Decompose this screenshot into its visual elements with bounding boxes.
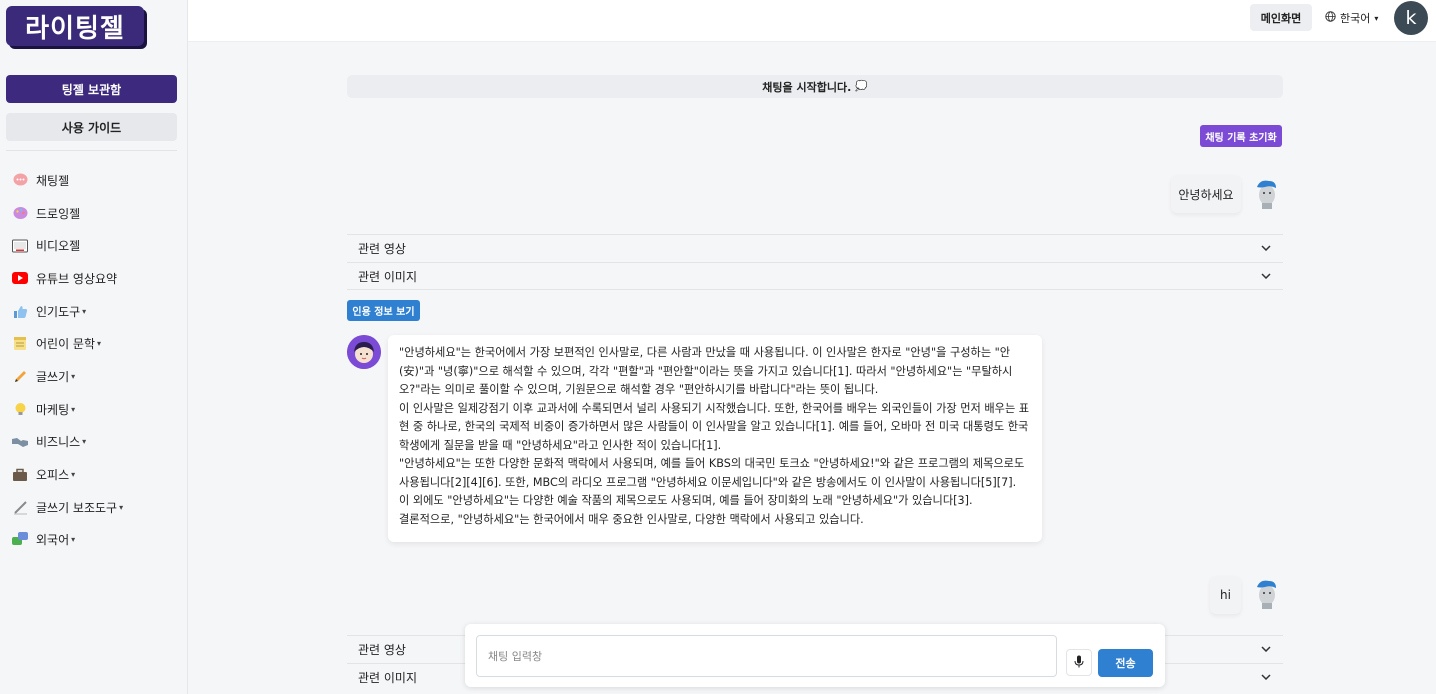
- notepad-icon: [12, 336, 28, 352]
- sidebar-item-popular-tools[interactable]: 인기도구 ▾: [12, 295, 182, 328]
- topbar: 메인화면 한국어 ▾ k: [188, 0, 1436, 42]
- sidebar-item-writing[interactable]: 글쓰기 ▾: [12, 360, 182, 393]
- sidebar-item-label: 글쓰기: [36, 369, 70, 384]
- sidebar-item-youtube-summary[interactable]: 유튜브 영상요약: [12, 262, 182, 295]
- chat-input[interactable]: [476, 635, 1057, 677]
- bot-paragraph: 결론적으로, "안녕하세요"는 한국어에서 매우 중요한 인사말로, 다양한 맥…: [399, 512, 864, 526]
- reset-chat-button[interactable]: 채팅 기록 초기화: [1200, 125, 1282, 147]
- main-screen-button[interactable]: 메인화면: [1250, 4, 1312, 31]
- microphone-button[interactable]: [1066, 649, 1092, 676]
- message-text: 안녕하세요: [1178, 187, 1234, 202]
- avatar-letter: k: [1405, 7, 1417, 29]
- sidebar-item-business[interactable]: 비즈니스 ▾: [12, 426, 182, 459]
- language-label: 한국어: [1340, 12, 1371, 25]
- pencil-icon: [12, 368, 28, 384]
- bot-message: "안녕하세요"는 한국어에서 가장 보편적인 인사말로, 다른 사람과 만났을 …: [388, 335, 1042, 542]
- chevron-down-icon: ▾: [71, 371, 76, 381]
- palette-icon: [12, 205, 28, 221]
- sidebar-item-label: 외국어: [36, 533, 70, 548]
- sidebar-divider: [6, 150, 177, 151]
- chat-area: 채팅을 시작합니다. 💭 채팅 기록 초기화 안녕하세요 관련 영상 관련 이미…: [188, 42, 1436, 694]
- bot-paragraph: "안녕하세요"는 한국어에서 가장 보편적인 인사말로, 다른 사람과 만났을 …: [399, 346, 1013, 396]
- chat-start-banner: 채팅을 시작합니다. 💭: [347, 75, 1283, 98]
- bot-avatar-icon: [347, 335, 381, 369]
- chevron-down-icon: [1261, 644, 1271, 655]
- app-logo[interactable]: 라이팅젤: [6, 6, 144, 46]
- chevron-down-icon: [1261, 271, 1271, 282]
- sidebar-item-writing-assistant[interactable]: 글쓰기 보조도구 ▾: [12, 491, 182, 524]
- chevron-down-icon: ▾: [71, 404, 76, 414]
- sidebar-item-label: 오피스: [36, 468, 70, 483]
- related-video-accordion[interactable]: 관련 영상: [347, 234, 1283, 262]
- chevron-down-icon: ▾: [97, 339, 102, 349]
- sidebar-item-kids-literature[interactable]: 어린이 문학 ▾: [12, 327, 182, 360]
- message-text: hi: [1220, 588, 1231, 602]
- accordion-label: 관련 이미지: [358, 269, 418, 284]
- start-banner-text: 채팅을 시작합니다.: [762, 80, 852, 94]
- sidebar-item-marketing[interactable]: 마케팅 ▾: [12, 393, 182, 426]
- logo-text: 라이팅젤: [25, 13, 125, 44]
- language-selector[interactable]: 한국어 ▾: [1325, 10, 1378, 26]
- archive-button[interactable]: 팅젤 보관함: [6, 75, 177, 103]
- speech-bubbles-icon: [12, 532, 28, 548]
- sidebar-item-label: 어린이 문학: [36, 337, 96, 352]
- chevron-down-icon: [1261, 243, 1271, 254]
- guide-button[interactable]: 사용 가이드: [6, 113, 177, 141]
- sidebar-item-label: 마케팅: [36, 402, 70, 417]
- user-message: hi: [1210, 576, 1241, 614]
- sidebar: 라이팅젤 팅젤 보관함 사용 가이드 채팅젤 드로잉젤 비디오젤 유튜브 영상요…: [0, 0, 188, 694]
- user-message: 안녕하세요: [1171, 175, 1241, 213]
- chevron-down-icon: ▾: [71, 535, 76, 545]
- lightbulb-icon: [12, 401, 28, 417]
- accordion-label: 관련 이미지: [358, 671, 418, 685]
- accordion-label: 관련 영상: [358, 643, 406, 657]
- user-avatar-icon: [1254, 579, 1280, 609]
- video-screen-icon: [12, 238, 28, 254]
- sidebar-item-videogel[interactable]: 비디오젤: [12, 229, 182, 262]
- thought-bubble-icon: 💭: [855, 81, 868, 92]
- send-button[interactable]: 전송: [1098, 649, 1153, 677]
- view-citations-button[interactable]: 인용 정보 보기: [347, 300, 420, 321]
- sidebar-item-label: 비즈니스: [36, 435, 81, 450]
- bot-paragraph: 이 인사말은 일제강점기 이후 교과서에 수록되면서 널리 사용되기 시작했습니…: [399, 401, 1030, 452]
- user-avatar[interactable]: k: [1394, 1, 1428, 35]
- user-avatar-icon: [1254, 179, 1280, 209]
- youtube-icon: [12, 270, 28, 286]
- related-image-accordion[interactable]: 관련 이미지: [347, 262, 1283, 290]
- sidebar-item-office[interactable]: 오피스 ▾: [12, 458, 182, 491]
- chevron-down-icon: ▾: [1374, 13, 1379, 23]
- chat-input-bar: 전송: [465, 624, 1165, 687]
- sidebar-item-label: 채팅젤: [36, 173, 70, 188]
- globe-icon: [1325, 11, 1336, 25]
- handshake-icon: [12, 434, 28, 450]
- thumbs-up-icon: [12, 303, 28, 319]
- microphone-icon: [1074, 653, 1084, 672]
- accordion-label: 관련 영상: [358, 242, 406, 256]
- chevron-down-icon: ▾: [82, 306, 87, 316]
- pen-icon: [12, 499, 28, 515]
- sidebar-item-label: 드로잉젤: [36, 206, 81, 221]
- briefcase-icon: [12, 467, 28, 483]
- sidebar-menu: 채팅젤 드로잉젤 비디오젤 유튜브 영상요약 인기도구 ▾ 어린이 문학 ▾ 글…: [12, 164, 182, 556]
- sidebar-item-label: 유튜브 영상요약: [36, 271, 118, 286]
- bot-paragraph: "안녕하세요"는 또한 다양한 문화적 맥락에서 사용되며, 예를 들어 KBS…: [399, 457, 1025, 489]
- chevron-down-icon: [1261, 672, 1271, 683]
- sidebar-item-label: 비디오젤: [36, 239, 81, 254]
- chevron-down-icon: ▾: [71, 470, 76, 480]
- sidebar-item-label: 인기도구: [36, 304, 81, 319]
- chat-bubble-icon: [12, 172, 28, 188]
- chevron-down-icon: ▾: [82, 437, 87, 447]
- sidebar-item-drawinggel[interactable]: 드로잉젤: [12, 197, 182, 230]
- sidebar-item-label: 글쓰기 보조도구: [36, 500, 118, 515]
- sidebar-item-foreign-language[interactable]: 외국어 ▾: [12, 524, 182, 557]
- sidebar-item-chatgel[interactable]: 채팅젤: [12, 164, 182, 197]
- bot-paragraph: 이 외에도 "안녕하세요"는 다양한 예술 작품의 제목으로도 사용되며, 예를…: [399, 494, 973, 507]
- chevron-down-icon: ▾: [119, 502, 124, 512]
